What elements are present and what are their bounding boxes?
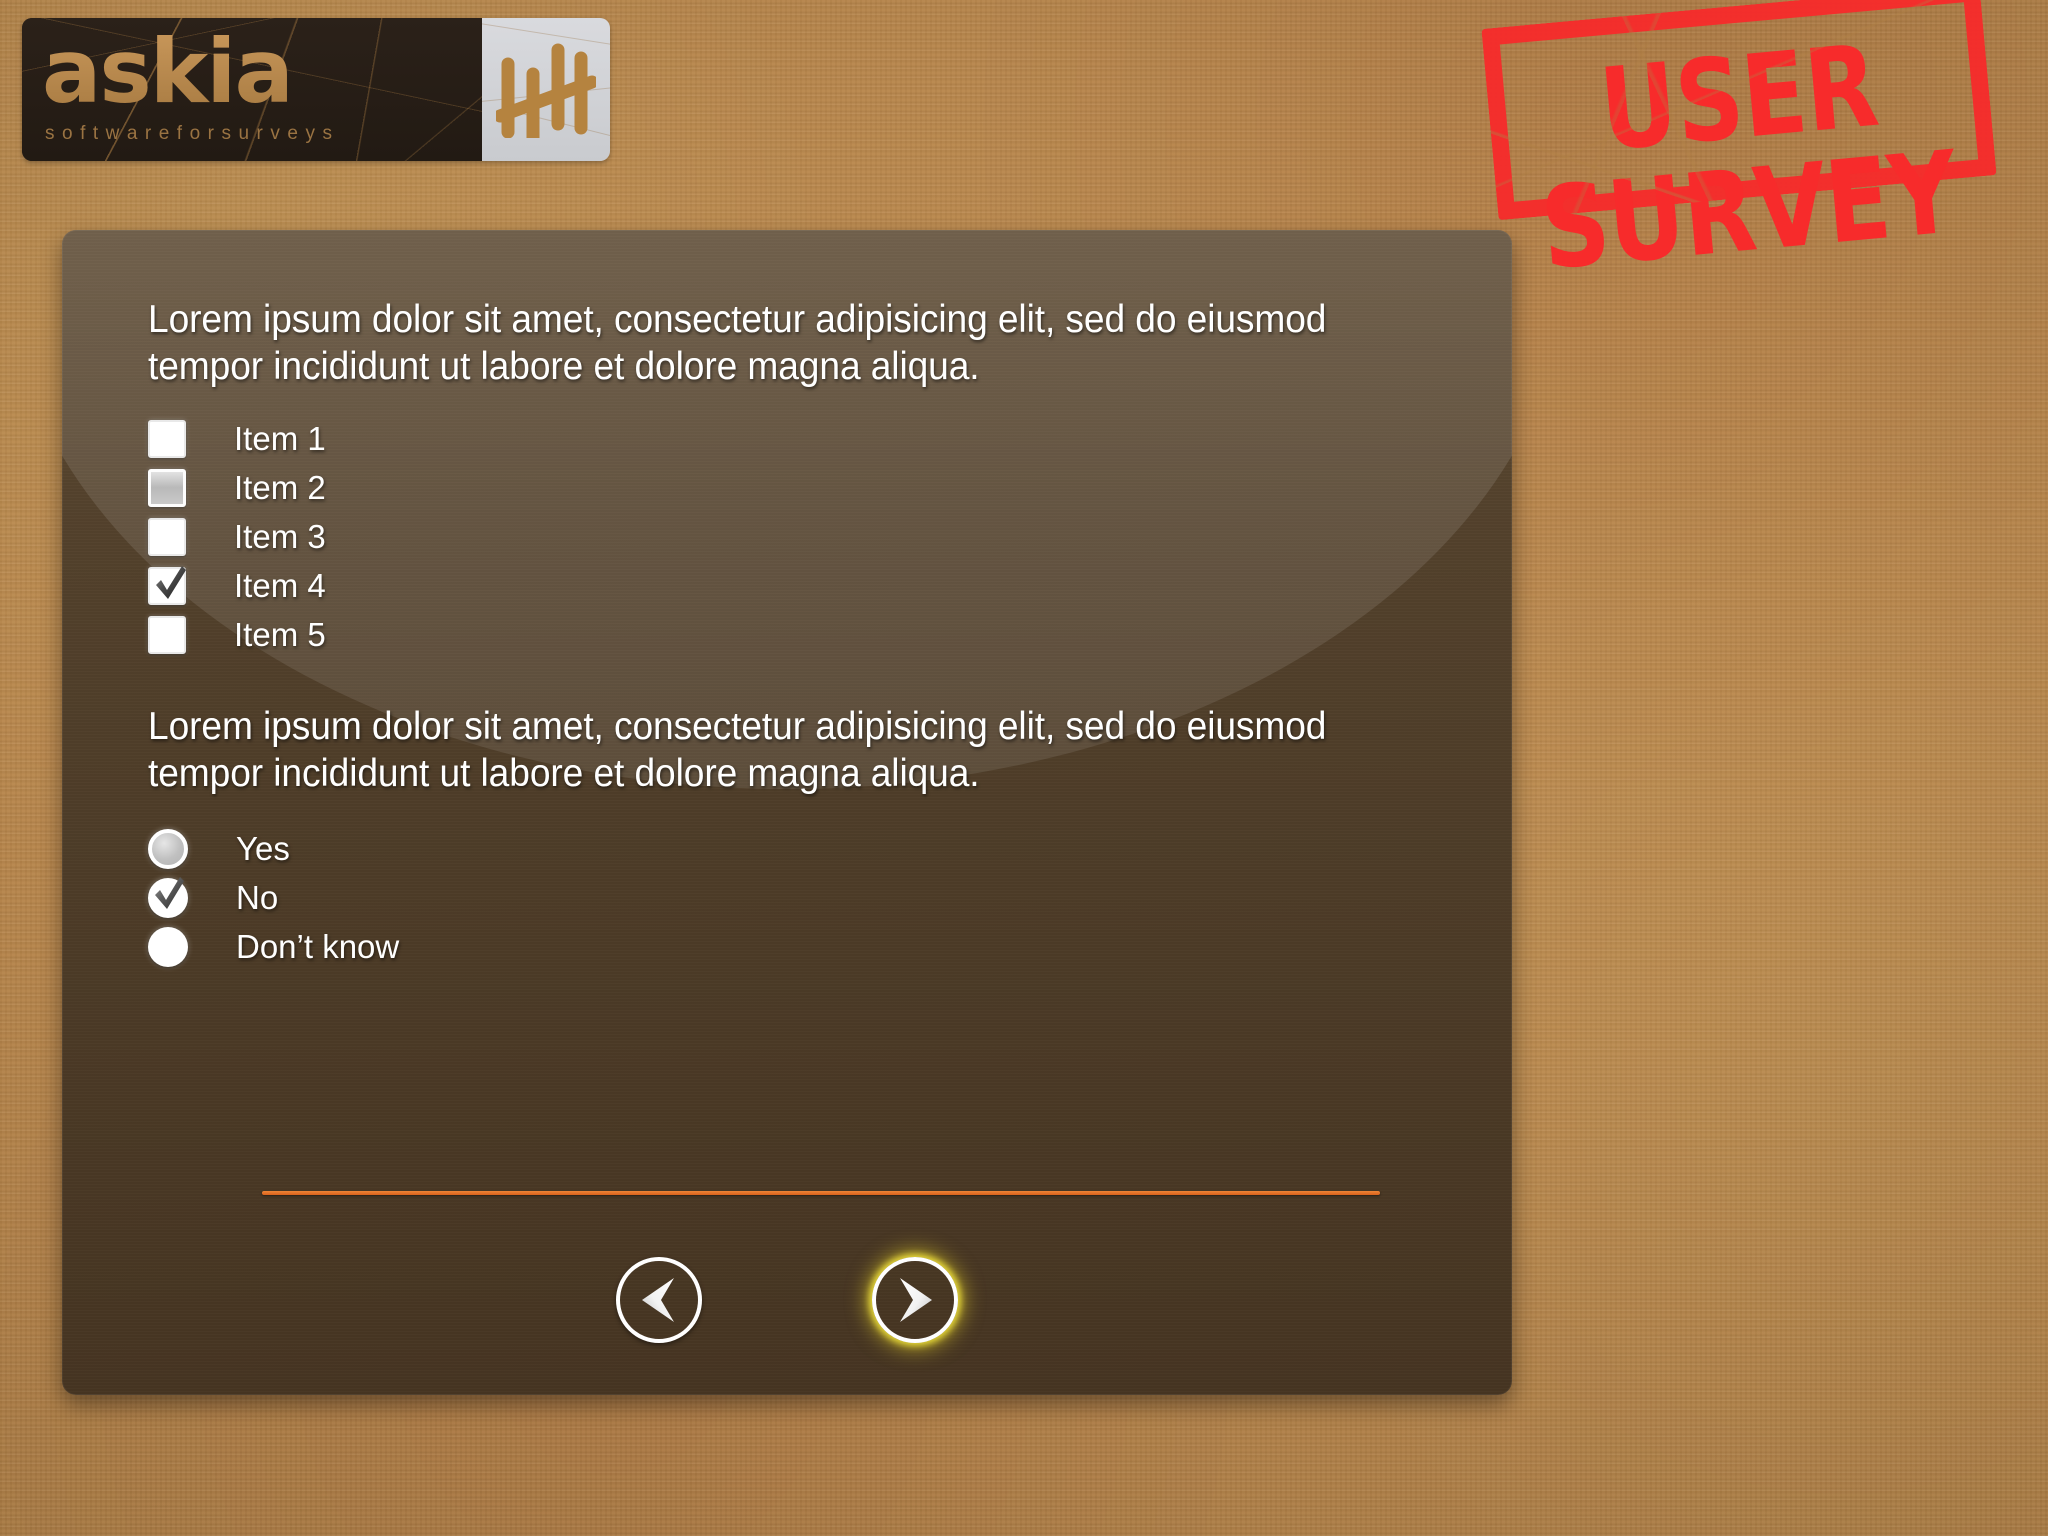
checkbox-option-item-1[interactable]: Item 1 (148, 415, 1438, 463)
back-button[interactable] (616, 1257, 702, 1343)
section-divider (262, 1191, 1380, 1195)
checkmark-icon (156, 565, 186, 599)
checkbox-option-item-5[interactable]: Item 5 (148, 611, 1438, 659)
next-button[interactable] (872, 1257, 958, 1343)
askia-logo: askia softwareforsurveys (22, 18, 610, 161)
checkbox-icon[interactable] (148, 419, 186, 458)
question-1-text: Lorem ipsum dolor sit amet, consectetur … (148, 298, 1327, 389)
tally-marks-icon (496, 43, 596, 138)
question-2-text: Lorem ipsum dolor sit amet, consectetur … (148, 704, 1327, 796)
radio-option-dont-know[interactable]: Don’t know (148, 923, 1438, 971)
arrow-right-icon (900, 1278, 932, 1322)
radio-icon[interactable] (148, 927, 188, 968)
radio-icon[interactable] (148, 829, 188, 870)
logo-dark-plate: askia softwareforsurveys (22, 18, 482, 161)
checkbox-group: Item 1 Item 2 Item 3 Item 4 Item 5 (148, 415, 1438, 659)
checkbox-label: Item 2 (234, 468, 326, 506)
checkbox-icon[interactable] (148, 565, 186, 605)
radio-label: Yes (236, 830, 290, 868)
navigation-bar (62, 1257, 1512, 1343)
radio-label: No (236, 879, 279, 917)
checkbox-option-item-2[interactable]: Item 2 (148, 464, 1438, 512)
checkbox-label: Item 4 (234, 566, 326, 604)
checkbox-label: Item 1 (234, 419, 326, 457)
checkbox-label: Item 3 (234, 517, 326, 555)
logo-light-plate (482, 18, 610, 161)
checkbox-icon[interactable] (148, 468, 186, 507)
radio-option-yes[interactable]: Yes (148, 825, 1438, 873)
user-survey-stamp: USER SURVEY (1481, 0, 1997, 295)
radio-option-no[interactable]: No (148, 874, 1438, 922)
survey-panel: Lorem ipsum dolor sit amet, consectetur … (62, 230, 1512, 1395)
panel-content: Lorem ipsum dolor sit amet, consectetur … (62, 230, 1512, 1395)
checkmark-icon (155, 877, 184, 910)
checkbox-icon[interactable] (148, 517, 186, 556)
checkbox-icon[interactable] (148, 615, 186, 654)
checkbox-option-item-3[interactable]: Item 3 (148, 513, 1438, 561)
stamp-label: USER SURVEY (1535, 19, 1962, 296)
brand-tagline: softwareforsurveys (45, 122, 340, 144)
brand-name: askia (42, 28, 482, 116)
radio-label: Don’t know (236, 928, 400, 966)
checkbox-option-item-4[interactable]: Item 4 (148, 562, 1438, 610)
radio-icon[interactable] (148, 877, 188, 919)
radio-group: Yes No Don’t know (148, 825, 1438, 971)
checkbox-label: Item 5 (234, 615, 326, 653)
survey-page: askia softwareforsurveys USER SURVEY Lor… (0, 0, 2048, 1536)
arrow-left-icon (642, 1278, 674, 1322)
